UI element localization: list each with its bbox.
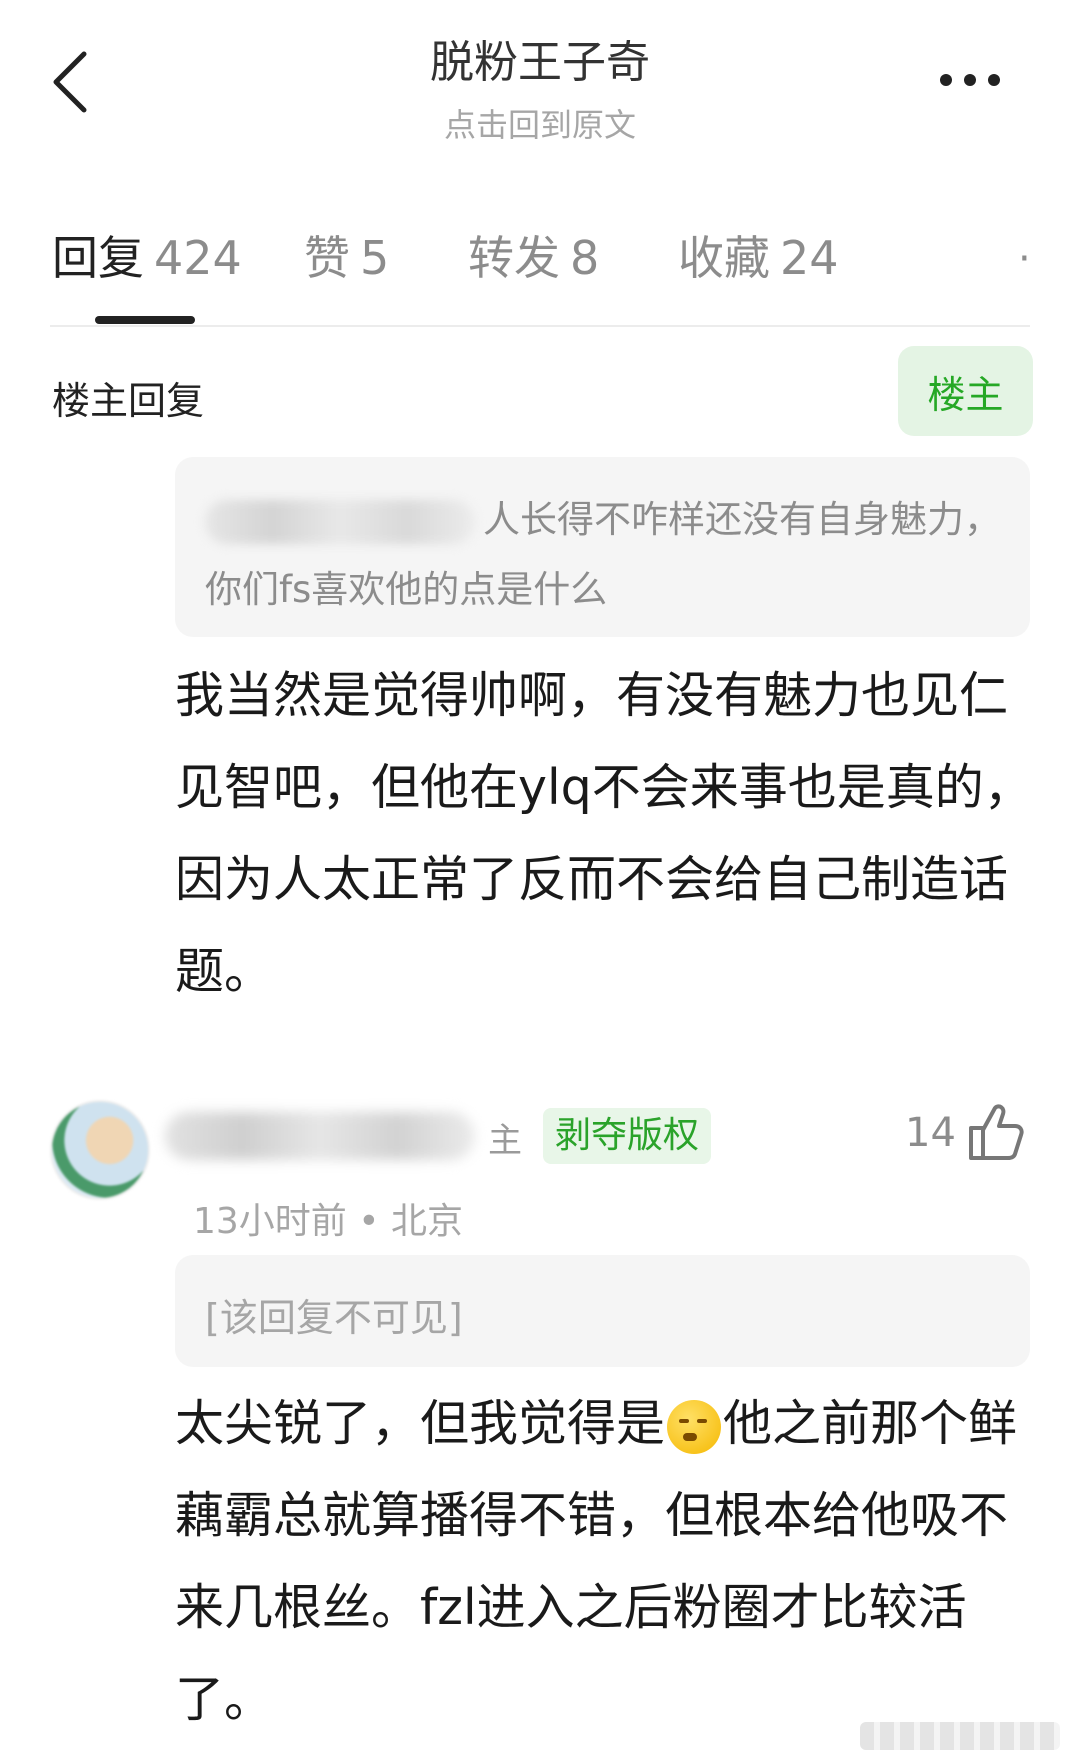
- like-button[interactable]: [965, 1100, 1025, 1164]
- tab-likes[interactable]: 赞5: [304, 222, 389, 288]
- tab-label: 回复: [52, 231, 144, 285]
- watermark: [860, 1722, 1060, 1750]
- smirk-emoji-icon: [667, 1399, 722, 1454]
- tab-label: 转发: [468, 231, 560, 285]
- quoted-comment-text-container: 人长得不咋样还没有自身魅力，你们fs喜欢他的点是什么: [205, 485, 1015, 625]
- blurred-username[interactable]: [165, 1112, 475, 1160]
- tab-count: 8: [570, 231, 600, 285]
- comment-meta: 13小时前 • 北京: [193, 1192, 463, 1244]
- tab-favorites[interactable]: 收藏 24: [678, 222, 839, 288]
- meta-separator: •: [358, 1201, 380, 1242]
- avatar[interactable]: [50, 1100, 150, 1200]
- back-to-original-link[interactable]: 点击回到原文: [0, 100, 1080, 146]
- comment-text: 太尖锐了，但我觉得是 他之前那个鲜藕霸总就算播得不错，但根本给他吸不来几根丝。fz…: [175, 1378, 1035, 1746]
- op-reply-text: 我当然是觉得帅啊，有没有魅力也见仁见智吧，但他在ylq不会来事也是真的，因为人太…: [175, 667, 1033, 1000]
- tab-count: 5: [360, 231, 390, 285]
- hidden-reply-box[interactable]: [该回复不可见]: [175, 1255, 1030, 1367]
- tab-label: 收藏: [678, 231, 770, 285]
- tab-count: 424: [154, 231, 242, 285]
- tab-overflow-indicator[interactable]: ·: [1018, 236, 1028, 266]
- active-tab-indicator: [95, 316, 195, 324]
- tab-reposts[interactable]: 转发 8: [468, 222, 599, 288]
- comment-text-part: 太尖锐了，但我觉得是: [175, 1395, 666, 1452]
- username-suffix: 主: [488, 1121, 522, 1161]
- op-reply-heading: 楼主回复: [52, 379, 205, 423]
- blurred-username: [205, 499, 475, 544]
- thumbs-up-icon: [969, 1104, 1024, 1160]
- like-count: 14: [905, 1110, 956, 1156]
- more-dots-icon: [940, 74, 1000, 86]
- tabs-divider: [50, 325, 1030, 327]
- more-options-button[interactable]: [930, 60, 1010, 100]
- op-filter-badge[interactable]: 楼主: [898, 346, 1033, 436]
- tab-label: 赞: [304, 231, 350, 285]
- tab-count: 24: [780, 231, 839, 285]
- tab-replies[interactable]: 回复 424: [52, 222, 242, 288]
- user-tag-badge: 剥夺版权: [543, 1108, 712, 1164]
- hidden-reply-text: [该回复不可见]: [205, 1296, 463, 1340]
- quoted-comment[interactable]: 人长得不咋样还没有自身魅力，你们fs喜欢他的点是什么: [175, 457, 1030, 637]
- page-title: 脱粉王子奇: [430, 37, 650, 88]
- comment-location: 北京: [390, 1201, 463, 1242]
- comment-time: 13小时前: [193, 1201, 347, 1242]
